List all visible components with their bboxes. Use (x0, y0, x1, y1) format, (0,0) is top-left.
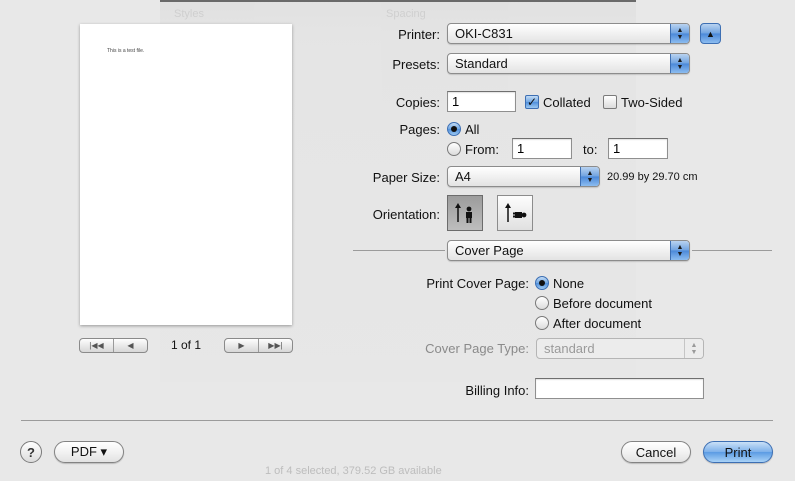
printer-label: Printer: (398, 27, 440, 42)
printer-value: OKI-C831 (455, 26, 513, 41)
pdf-button-label: PDF ▾ (70, 444, 108, 459)
preview-page-count: 1 of 1 (171, 338, 202, 352)
pages-all-label: All (465, 122, 480, 137)
checkmark-icon: ✓ (526, 95, 538, 109)
cancel-button[interactable]: Cancel (621, 441, 691, 463)
orientation-label: Orientation: (372, 207, 440, 222)
print-button[interactable]: Print (703, 441, 773, 463)
print-options-section-popup[interactable]: Cover Page ▲ ▼ (447, 240, 690, 261)
print-preview-page: This is a test file. (80, 24, 292, 325)
pages-to-field[interactable] (608, 138, 668, 159)
collated-checkbox[interactable]: ✓ (525, 95, 539, 109)
print-cover-page-label: Print Cover Page: (426, 276, 529, 291)
cancel-button-label: Cancel (635, 444, 677, 460)
two-sided-checkbox[interactable] (603, 95, 617, 109)
cover-before-label: Before document (553, 296, 653, 311)
updown-arrows-icon: ▲ ▼ (684, 339, 703, 358)
updown-arrows-icon: ▲ ▼ (670, 24, 689, 43)
cover-after-radio[interactable] (535, 316, 549, 330)
cover-before-radio[interactable] (535, 296, 549, 310)
orientation-landscape-button[interactable] (497, 195, 533, 231)
billing-info-label: Billing Info: (465, 383, 529, 398)
pages-all-radio[interactable] (447, 122, 461, 136)
preview-page-text: This is a test file. (107, 48, 145, 54)
section-popup-value: Cover Page (455, 243, 524, 258)
background-status-bar: 1 of 4 selected, 379.52 GB available (265, 465, 442, 477)
background-toolbar-spacing: Spacing (386, 8, 426, 20)
collapse-details-button[interactable]: ▲ (700, 23, 721, 44)
paper-size-popup[interactable]: A4 ▲ ▼ (447, 166, 600, 187)
footer-separator (21, 420, 773, 421)
preview-nav-forward-group: ▶ ▶▶| (224, 338, 293, 353)
radio-dot-icon (539, 280, 545, 286)
next-page-icon[interactable]: ▶ (225, 339, 258, 352)
cover-page-type-popup[interactable]: standard ▲ ▼ (536, 338, 704, 359)
pages-label: Pages: (399, 122, 440, 137)
two-sided-label: Two-Sided (621, 95, 683, 110)
cover-none-label: None (553, 276, 585, 291)
background-toolbar-styles: Styles (174, 8, 204, 20)
collated-label: Collated (543, 95, 591, 110)
question-mark-icon: ? (27, 444, 35, 460)
copies-label: Copies: (395, 95, 440, 110)
paper-dimensions: 20.99 by 29.70 cm (607, 171, 698, 183)
pages-to-label: to: (583, 142, 598, 157)
presets-value: Standard (455, 56, 508, 71)
cover-after-label: After document (553, 316, 642, 331)
pages-from-radio[interactable] (447, 142, 461, 156)
cover-none-radio[interactable] (535, 276, 549, 290)
presets-popup[interactable]: Standard ▲ ▼ (447, 53, 690, 74)
orientation-portrait-button[interactable] (447, 195, 483, 231)
paper-size-label: Paper Size: (372, 170, 440, 185)
cover-page-type-value: standard (544, 341, 595, 356)
pages-from-label: From: (465, 142, 499, 157)
updown-arrows-icon: ▲ ▼ (670, 241, 689, 260)
last-page-icon[interactable]: ▶▶| (258, 339, 292, 352)
printer-popup[interactable]: OKI-C831 ▲ ▼ (447, 23, 690, 44)
pdf-menu-button[interactable]: PDF ▾ (54, 441, 124, 463)
paper-size-value: A4 (455, 169, 471, 184)
triangle-up-icon: ▲ (706, 28, 715, 39)
pages-from-field[interactable] (512, 138, 572, 159)
previous-page-icon[interactable]: ◀ (113, 339, 147, 352)
first-page-icon[interactable]: |◀◀ (80, 339, 113, 352)
preview-nav-back-group: |◀◀ ◀ (79, 338, 148, 353)
section-separator-left (353, 250, 445, 251)
updown-arrows-icon: ▲ ▼ (670, 54, 689, 73)
print-button-label: Print (724, 444, 752, 460)
updown-arrows-icon: ▲ ▼ (580, 167, 599, 186)
portrait-icon (455, 203, 472, 223)
radio-dot-icon (451, 126, 457, 132)
copies-field[interactable] (447, 91, 516, 112)
help-button[interactable]: ? (20, 441, 42, 463)
billing-info-field[interactable] (535, 378, 704, 399)
cover-page-type-label: Cover Page Type: (425, 341, 529, 356)
section-separator-right (692, 250, 772, 251)
landscape-icon (505, 203, 527, 222)
presets-label: Presets: (392, 57, 440, 72)
